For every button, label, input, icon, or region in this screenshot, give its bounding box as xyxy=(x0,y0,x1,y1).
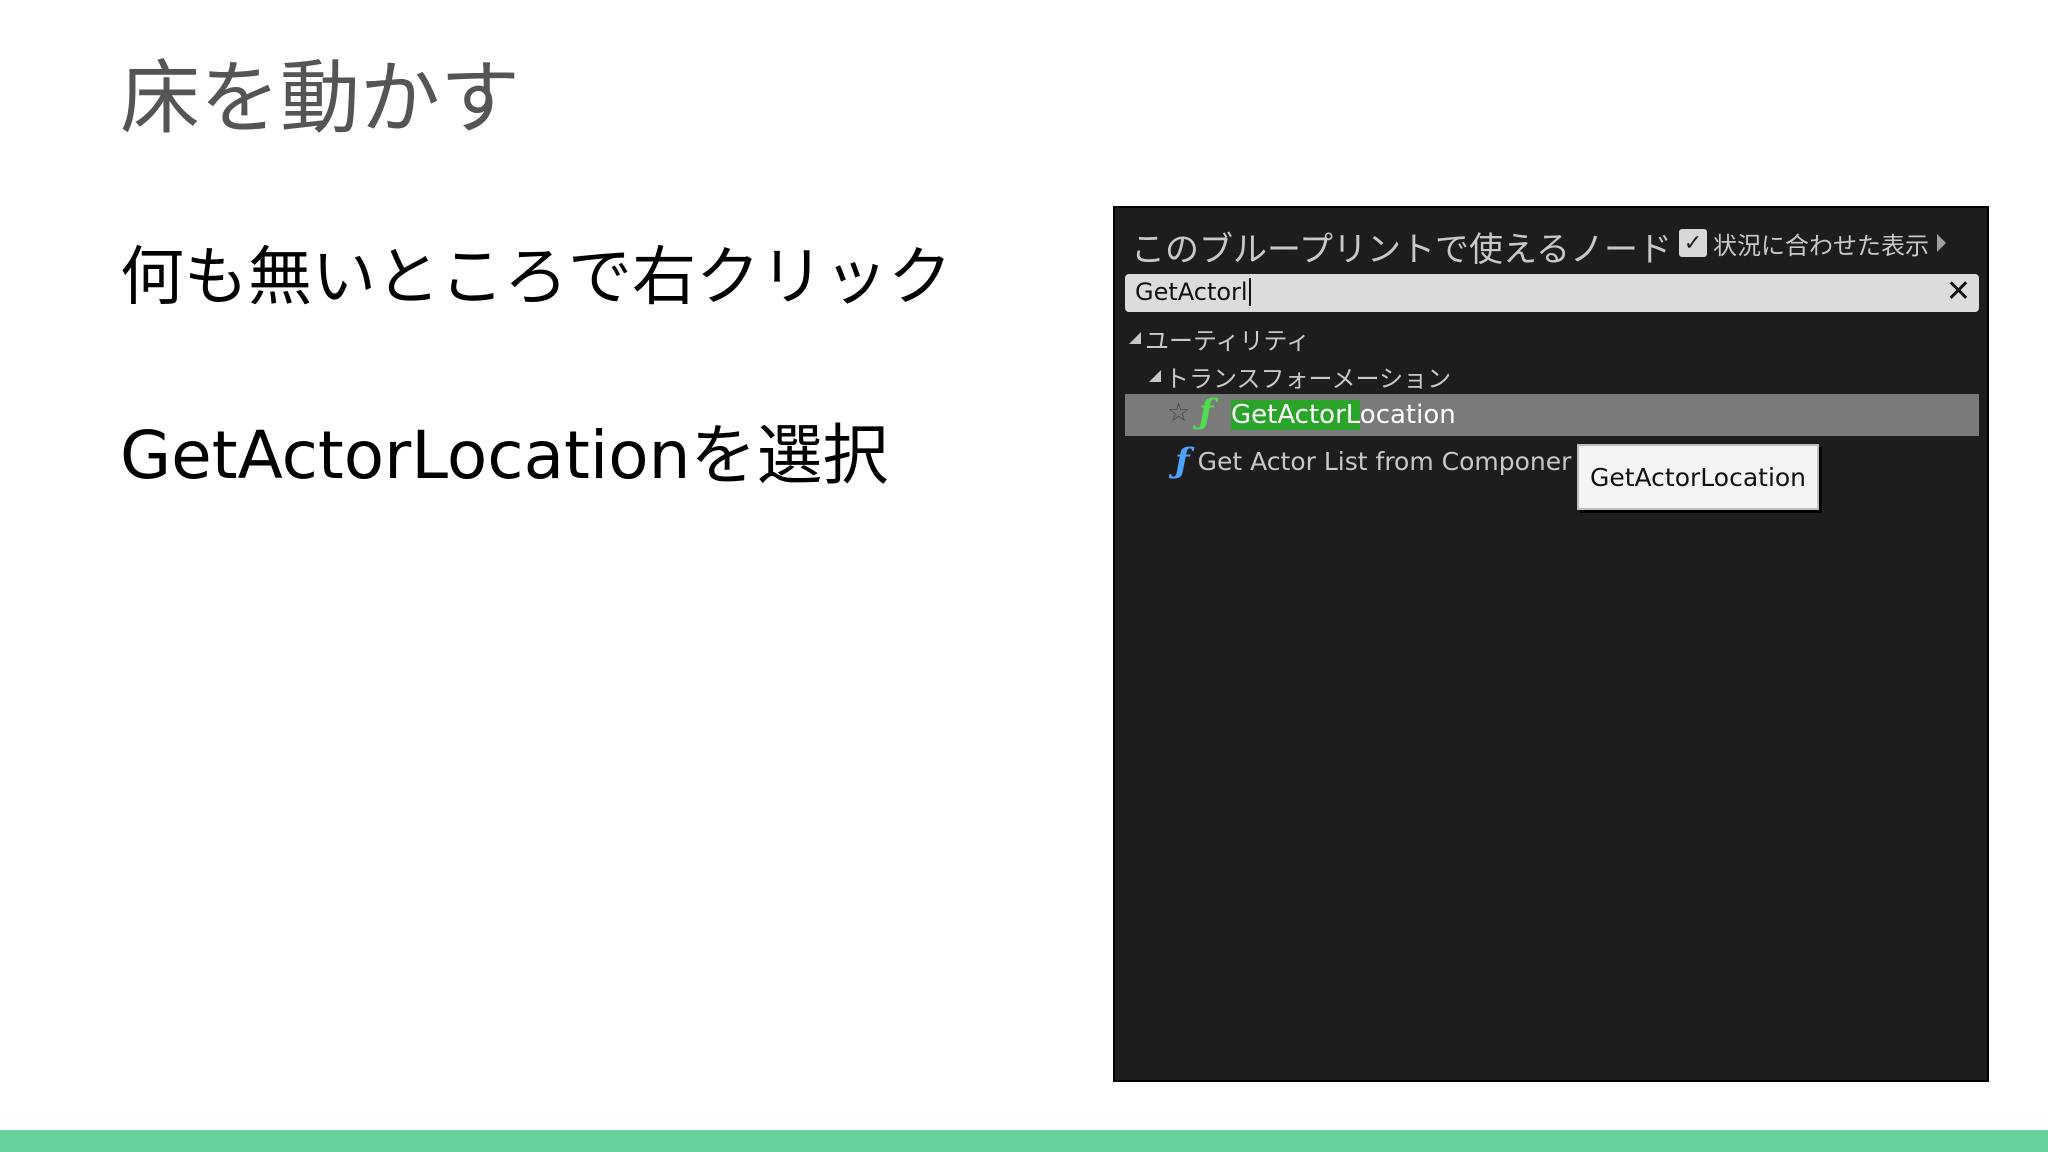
function-icon: ƒ xyxy=(1175,441,1190,481)
panel-title: このブループリントで使えるノード xyxy=(1131,230,1672,270)
chevron-right-icon[interactable] xyxy=(1937,234,1946,252)
tooltip: GetActorLocation xyxy=(1577,444,1819,510)
context-sensitive-toggle[interactable]: ✓ 状況に合わせた表示 xyxy=(1679,228,1946,260)
bullet-right-click: 何も無いところで右クリック xyxy=(120,241,952,315)
checkbox-checked-icon[interactable]: ✓ xyxy=(1679,229,1707,257)
function-icon: ƒ xyxy=(1199,392,1214,432)
bullet-select-node: GetActorLocationを選択 xyxy=(120,417,889,494)
search-match-highlight: GetActorL xyxy=(1231,400,1360,430)
slide-title: 床を動かす xyxy=(120,52,520,145)
list-item-get-actor-location[interactable]: ☆ ƒ GetActorLocation xyxy=(1125,392,1979,436)
context-sensitive-label: 状況に合わせた表示 xyxy=(1713,231,1929,260)
category-label: ユーティリティ xyxy=(1145,326,1311,355)
search-input[interactable]: GetActorl ✕ xyxy=(1125,274,1979,312)
expanded-triangle-icon[interactable] xyxy=(1129,332,1141,344)
list-item-label: GetActorLocation xyxy=(1231,400,1456,430)
footer-band xyxy=(0,1130,2048,1152)
close-icon[interactable]: ✕ xyxy=(1946,277,1971,307)
list-item-get-actor-list[interactable]: ƒ Get Actor List from Componer xyxy=(1175,440,1571,482)
list-item-label: Get Actor List from Componer xyxy=(1197,446,1572,476)
tree-category-utility[interactable]: ユーティリティ xyxy=(1129,320,1310,356)
blueprint-node-menu: このブループリントで使えるノード ✓ 状況に合わせた表示 GetActorl ✕… xyxy=(1113,206,1989,1082)
tree-category-transformation[interactable]: トランスフォーメーション xyxy=(1149,358,1451,394)
expanded-triangle-icon[interactable] xyxy=(1149,370,1161,382)
subcategory-label: トランスフォーメーション xyxy=(1165,364,1452,393)
list-item-label-rest: ocation xyxy=(1359,400,1456,430)
search-input-value[interactable]: GetActorl xyxy=(1135,278,1251,306)
star-icon[interactable]: ☆ xyxy=(1167,398,1190,428)
